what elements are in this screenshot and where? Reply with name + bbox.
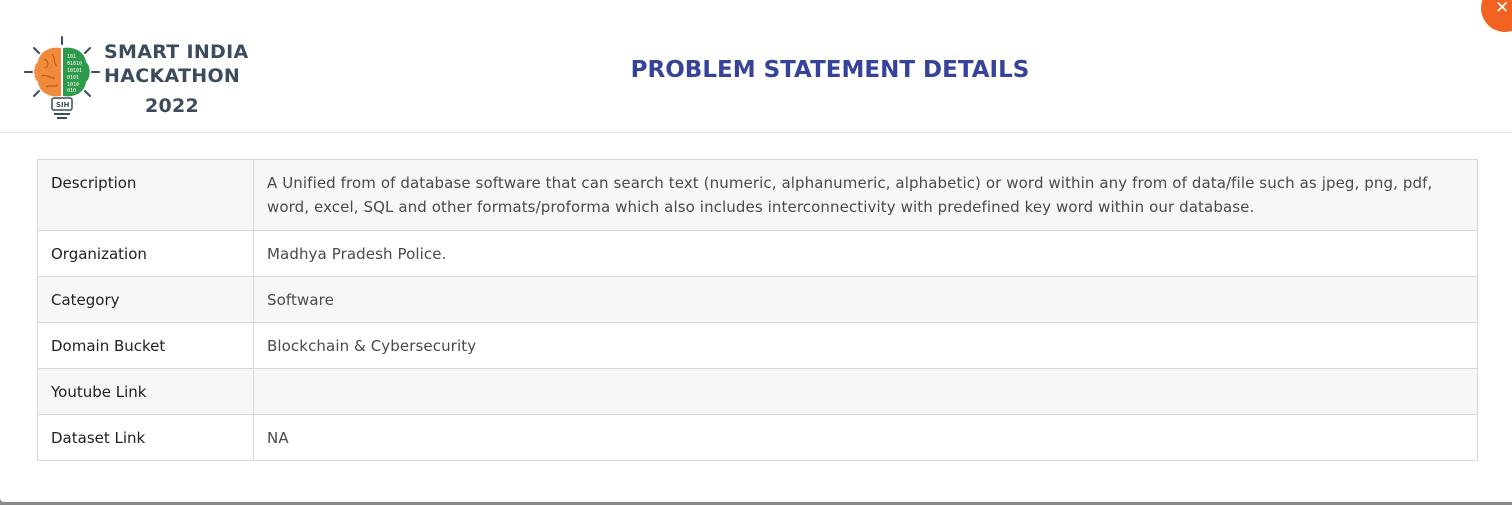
row-label: Youtube Link [37, 368, 254, 415]
page-title: PROBLEM STATEMENT DETAILS [630, 57, 1030, 83]
brain-bulb-icon: 101 01010 10101 0101 1010 010 SIH [24, 36, 100, 119]
logo-text-smart-india: SMART INDIA [104, 41, 249, 63]
table-row-category: Category Software [37, 276, 1478, 323]
row-value: Blockchain & Cybersecurity [253, 322, 1478, 369]
sih-logo: 101 01010 10101 0101 1010 010 SIH SMART … [22, 34, 252, 124]
svg-text:010: 010 [67, 88, 76, 94]
table-row-youtube-link: Youtube Link [37, 368, 1478, 415]
row-value: NA [253, 414, 1478, 461]
row-value: A Unified from of database software that… [253, 159, 1478, 231]
logo-text-year: 2022 [145, 95, 200, 117]
svg-text:101: 101 [67, 54, 76, 60]
table-row-description: Description A Unified from of database s… [37, 159, 1478, 231]
table-row-dataset-link: Dataset Link NA [37, 414, 1478, 461]
row-label: Domain Bucket [37, 322, 254, 369]
row-label: Category [37, 276, 254, 323]
row-label: Organization [37, 230, 254, 277]
row-label: Description [37, 159, 254, 231]
row-value: Madhya Pradesh Police. [253, 230, 1478, 277]
svg-text:10101: 10101 [67, 68, 82, 74]
table-row-domain-bucket: Domain Bucket Blockchain & Cybersecurity [37, 322, 1478, 369]
logo-text-hackathon: HACKATHON [104, 65, 241, 87]
problem-statement-modal: 101 01010 10101 0101 1010 010 SIH SMART … [0, 0, 1512, 502]
close-icon: ✕ [1495, 0, 1510, 18]
details-table: Description A Unified from of database s… [37, 159, 1478, 461]
row-value [253, 368, 1478, 415]
svg-text:01010: 01010 [67, 61, 82, 67]
modal-header: 101 01010 10101 0101 1010 010 SIH SMART … [0, 0, 1512, 133]
sih-badge-text: SIH [56, 101, 70, 109]
table-row-organization: Organization Madhya Pradesh Police. [37, 230, 1478, 277]
svg-text:0101: 0101 [67, 75, 79, 81]
row-value: Software [253, 276, 1478, 323]
row-label: Dataset Link [37, 414, 254, 461]
